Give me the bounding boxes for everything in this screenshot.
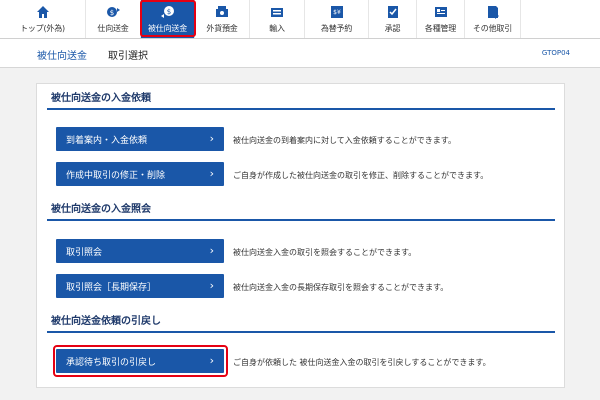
chevron-right-icon: › xyxy=(209,354,214,367)
button-label: 取引照会［長期保存］ xyxy=(66,282,157,293)
edit-delete-draft-button[interactable]: 作成中取引の修正・削除 › xyxy=(56,162,224,186)
nav-label: 仕向送金 xyxy=(97,24,129,33)
top-navigation: トップ(外為) $ 仕向送金 $ 被仕向送金 外貨預金 輸入 $¥ 為替予約 承… xyxy=(0,0,600,39)
sub-header: 被仕向送金 取引選択 GTOP04 xyxy=(0,39,600,68)
chevron-right-icon: › xyxy=(209,167,214,180)
svg-text:$: $ xyxy=(166,8,170,16)
nav-label: その他取引 xyxy=(473,24,512,33)
button-label: 承認待ち取引の引戻し xyxy=(66,357,157,368)
management-icon xyxy=(434,7,447,17)
withdraw-pending-approval-button[interactable]: 承認待ち取引の引戻し › xyxy=(56,349,224,373)
description-text: ご自身が依頼した 被仕向送金入金の取引を引戻しすることができます。 xyxy=(233,358,491,367)
breadcrumb-section: 被仕向送金 xyxy=(37,51,87,62)
description-text: 被仕向送金入金の取引を照会することができます。 xyxy=(233,248,417,257)
foreign-deposit-icon xyxy=(216,6,228,17)
button-label: 取引照会 xyxy=(66,247,103,258)
button-label: 作成中取引の修正・削除 xyxy=(66,170,166,181)
page-title: 取引選択 xyxy=(108,51,148,62)
nav-item-exchange-contract[interactable]: $¥ 為替予約 xyxy=(305,0,369,38)
transaction-selection-panel: 被仕向送金の入金依頼 到着案内・入金依頼 › 被仕向送金の到着案内に対して入金依… xyxy=(36,83,565,388)
screen-code: GTOP04 xyxy=(541,49,570,57)
nav-label: 被仕向送金 xyxy=(148,24,187,33)
nav-item-other-transactions[interactable]: その他取引 xyxy=(465,0,521,38)
nav-label: トップ(外為) xyxy=(20,24,65,33)
nav-label: 各種管理 xyxy=(424,24,457,33)
nav-item-management[interactable]: 各種管理 xyxy=(417,0,465,38)
transaction-inquiry-button[interactable]: 取引照会 › xyxy=(56,239,224,263)
nav-label: 為替予約 xyxy=(320,24,353,33)
button-label: 到着案内・入金依頼 xyxy=(66,135,148,146)
nav-item-import[interactable]: 輸入 xyxy=(250,0,305,38)
nav-item-top[interactable]: トップ(外為) xyxy=(0,0,86,38)
import-icon xyxy=(271,8,283,17)
description-text: 被仕向送金入金の長期保存取引を照会することができます。 xyxy=(233,283,449,292)
section-title-deposit-request: 被仕向送金の入金依頼 xyxy=(47,90,555,110)
section-title-request-withdrawal: 被仕向送金依頼の引戻し xyxy=(47,313,555,333)
nav-label: 外貨預金 xyxy=(206,24,238,33)
arrival-notice-deposit-request-button[interactable]: 到着案内・入金依頼 › xyxy=(56,127,224,151)
nav-item-outward-remittance[interactable]: $ 仕向送金 xyxy=(86,0,141,38)
approval-icon xyxy=(387,6,398,18)
outward-remittance-icon: $ xyxy=(107,7,120,17)
other-transactions-icon xyxy=(487,6,499,19)
long-term-inquiry-button[interactable]: 取引照会［長期保存］ › xyxy=(56,274,224,298)
chevron-right-icon: › xyxy=(209,279,214,292)
chevron-right-icon: › xyxy=(209,132,214,145)
home-icon xyxy=(36,6,49,18)
description-text: 被仕向送金の到着案内に対して入金依頼することができます。 xyxy=(233,136,456,145)
section-title-deposit-inquiry: 被仕向送金の入金照会 xyxy=(47,201,555,221)
svg-text:$: $ xyxy=(110,9,114,17)
inward-remittance-icon: $ xyxy=(160,6,174,18)
nav-item-approval[interactable]: 承認 xyxy=(369,0,417,38)
nav-label: 輸入 xyxy=(269,24,285,33)
nav-label: 承認 xyxy=(384,24,401,33)
nav-item-foreign-deposit[interactable]: 外貨預金 xyxy=(195,0,250,38)
description-text: ご自身が作成した被仕向送金の取引を修正、削除することができます。 xyxy=(233,171,489,180)
exchange-contract-icon: $¥ xyxy=(330,6,343,18)
chevron-right-icon: › xyxy=(209,244,214,257)
svg-text:$¥: $¥ xyxy=(333,9,341,16)
nav-item-inward-remittance[interactable]: $ 被仕向送金 xyxy=(141,0,195,38)
